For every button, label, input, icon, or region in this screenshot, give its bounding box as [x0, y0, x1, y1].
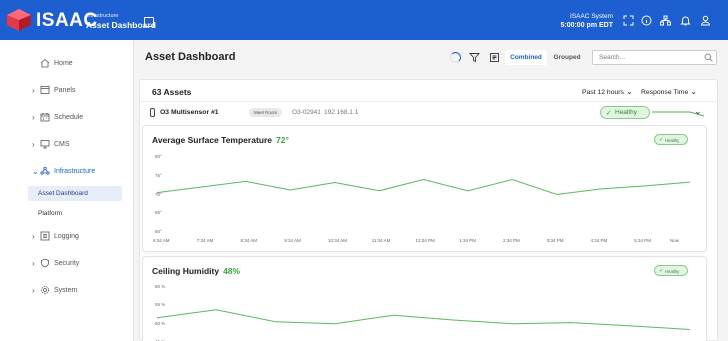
temp-chart-x-tick: 3:34 PM: [546, 238, 564, 243]
chevron-right-icon[interactable]: ›: [32, 232, 35, 241]
humidity-chart-y-tick: 50 %: [155, 320, 166, 326]
chevron-right-icon[interactable]: ›: [32, 113, 35, 122]
chevron-right-icon[interactable]: ›: [32, 259, 35, 268]
breadcrumb-parent[interactable]: Infrastructure: [86, 13, 118, 19]
assets-count: 63 Assets: [152, 87, 192, 97]
sidebar-item-label: Security: [54, 260, 80, 267]
sort-dropdown[interactable]: Response Time ⌄: [641, 87, 697, 96]
asset-name: O3 Multisensor #1: [160, 109, 219, 116]
sidebar-item-label: Home: [54, 60, 73, 67]
temperature-card: Average Surface Temperature 72° ✓ Healthy…: [142, 125, 707, 252]
sidebar-item-cms[interactable]: › CMS: [0, 136, 134, 154]
temp-chart-x-tick: 1:34 PM: [459, 238, 477, 243]
user-icon[interactable]: [700, 15, 711, 26]
sidebar-item-schedule[interactable]: › Schedule: [0, 109, 134, 127]
temp-chart-svg: [156, 178, 691, 196]
sidebar-item-logging[interactable]: › Logging: [0, 228, 134, 246]
sidebar-item-label: Infrastructure: [54, 168, 96, 175]
temp-chart-x-tick: 6:34 AM: [153, 238, 170, 243]
asset-ip: 192.168.1.1: [324, 109, 359, 116]
network-tree-icon[interactable]: [660, 15, 671, 26]
time-range-value: Past 12 hours: [582, 89, 624, 96]
filter-icon[interactable]: [469, 52, 480, 63]
home-icon: [40, 58, 50, 68]
fullscreen-icon[interactable]: [623, 15, 634, 26]
chevron-down-icon: ⌄: [690, 87, 697, 96]
status-label: Healthy: [615, 109, 638, 116]
temp-chart-y-tick: 75°: [155, 172, 162, 178]
sidebar-item-home[interactable]: Home: [0, 55, 134, 73]
chevron-right-icon[interactable]: ›: [32, 286, 35, 295]
check-icon: ✓: [606, 110, 612, 117]
gear-icon: [41, 286, 49, 294]
view-combined-button[interactable]: Combined: [505, 50, 547, 65]
humidity-chart-y-tick: 60 %: [155, 284, 166, 289]
sidebar-item-label: System: [54, 287, 78, 294]
calendar-icon: [40, 113, 50, 122]
location-badge: Meet Room: [249, 108, 283, 117]
sidebar-item-infrastructure[interactable]: ⌄ Infrastructure: [0, 163, 134, 181]
status-badge: ✓ Healthy: [600, 106, 650, 119]
system-time: 5:00:00 pm EDT: [560, 22, 613, 29]
bell-icon[interactable]: [680, 15, 691, 26]
sidebar-item-label: Panels: [54, 87, 76, 94]
temp-chart-y-tick: 60°: [155, 229, 162, 234]
temp-chart-x-tick: 12:34 PM: [415, 238, 435, 243]
panels-icon: [40, 86, 50, 94]
open-external-icon[interactable]: [144, 17, 154, 27]
temp-chart-x-tick: 7:34 AM: [196, 238, 214, 243]
chevron-right-icon[interactable]: ›: [32, 86, 35, 95]
sidebar-item-label: CMS: [54, 141, 70, 148]
info-icon[interactable]: [641, 15, 652, 26]
sidebar-item-panels[interactable]: › Panels: [0, 82, 134, 100]
humidity-card: Ceiling Humidity 48% ✓ Healthy 60 % 55 % 50…: [142, 256, 707, 341]
isaac-logo-icon: [7, 9, 31, 31]
cms-icon: [40, 140, 50, 149]
view-grouped-button[interactable]: Grouped: [549, 50, 585, 65]
search-icon[interactable]: [704, 53, 713, 62]
sidebar: Home › Panels › Schedule › CMS ⌄ Infrast…: [0, 40, 134, 341]
temp-chart-x-tick: 2:34 PM: [503, 238, 520, 243]
temp-chart-y-tick: 70°: [155, 191, 162, 197]
temp-chart-x-tick: 4:34 PM: [590, 238, 608, 243]
sidebar-item-security[interactable]: › Security: [0, 255, 134, 273]
temp-chart-x-tick: Now: [670, 238, 680, 243]
sidebar-item-label: Logging: [54, 233, 79, 240]
sidebar-item-system[interactable]: › System: [0, 282, 134, 300]
asset-row[interactable]: O3 Multisensor #1 Meet Room O3-02941 192…: [140, 102, 717, 123]
humidity-chart-svg: [156, 309, 691, 330]
chevron-down-icon[interactable]: ⌄: [32, 167, 39, 176]
chevron-down-icon: ⌄: [625, 87, 633, 96]
system-name: ISAAC System: [570, 13, 613, 20]
search-input[interactable]: [592, 50, 717, 65]
humidity-chart-y-tick: 55 %: [155, 302, 166, 308]
top-bar: ISAAC Infrastructure Asset Dashboard ISA…: [0, 0, 728, 40]
time-range-dropdown[interactable]: Past 12 hours ⌄: [582, 87, 633, 96]
sensor-icon: [150, 108, 155, 117]
sidebar-subitem-asset-dashboard[interactable]: Asset Dashboard: [28, 186, 122, 201]
temp-chart-x-tick: 10:34 AM: [328, 238, 348, 243]
temp-chart-y-tick: 80°: [155, 154, 162, 159]
sidebar-item-label: Schedule: [54, 114, 84, 121]
temp-chart-x-tick: 11:34 AM: [371, 238, 391, 243]
loading-spinner-icon: [450, 52, 461, 63]
temp-chart-series-line: [156, 178, 691, 196]
network-icon: [40, 166, 50, 175]
view-toggle: Combined Grouped: [505, 50, 585, 65]
asset-id: O3-02941: [292, 109, 321, 116]
chevron-right-icon[interactable]: ›: [32, 140, 35, 149]
page-title: Asset Dashboard: [145, 51, 236, 63]
sidebar-subitem-platform[interactable]: Platform: [28, 206, 122, 221]
humidity-chart-series-line: [156, 309, 691, 330]
shield-icon: [41, 258, 49, 268]
temp-chart-y-tick: 65°: [155, 210, 162, 216]
logging-icon: [40, 231, 50, 241]
chevron-down-icon[interactable]: ⌄: [694, 106, 702, 117]
export-icon[interactable]: [489, 52, 500, 63]
temp-chart-x-tick: 8:34 AM: [240, 238, 258, 243]
temp-chart-x-tick: 9:34 AM: [284, 238, 301, 243]
sort-value: Response Time: [641, 89, 689, 96]
temp-chart-x-tick: 5:34 PM: [634, 238, 652, 243]
